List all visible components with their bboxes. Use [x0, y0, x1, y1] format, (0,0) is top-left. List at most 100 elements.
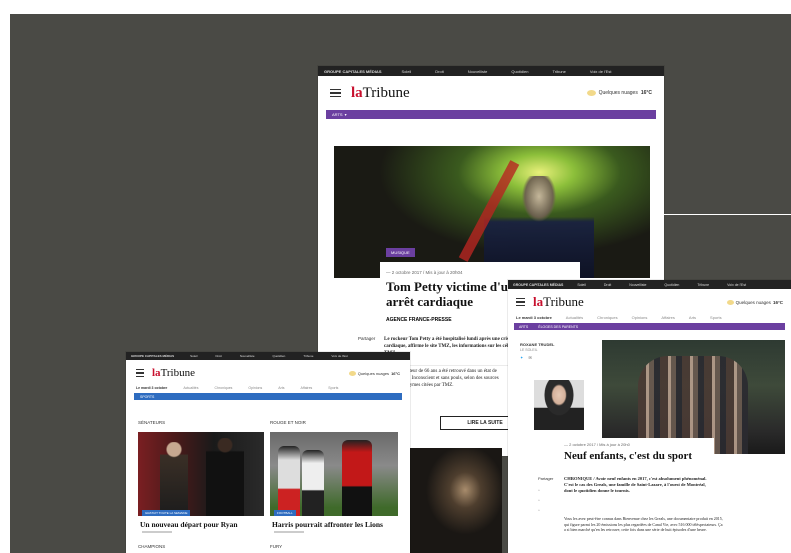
temperature: 16°C [640, 90, 652, 96]
hero-photo [334, 146, 650, 278]
cloud-icon [586, 90, 596, 96]
article-paragraph: Vous les avez peut-être connus dans Bien… [564, 516, 723, 532]
twitter-icon[interactable]: ▫ [538, 496, 548, 506]
share-label: Partager [358, 336, 376, 341]
cloud-icon [726, 299, 734, 305]
card1-tag[interactable]: GRATUIT TOUTE LA SEMAINE [142, 510, 191, 516]
sports-top-link[interactable]: Droit [215, 354, 221, 358]
nav-item[interactable]: Actualités [566, 315, 583, 320]
weather-widget: Quelques nuages 16°C [348, 370, 400, 376]
person-figure [206, 438, 244, 516]
sports-top-link[interactable]: Soleil [190, 354, 197, 358]
nav-item[interactable]: Actualités [183, 386, 198, 390]
author-photo [534, 380, 584, 430]
weather-label: Quelques nuages [598, 90, 638, 96]
weather-label: Quelques nuages [735, 299, 771, 305]
frame-line [664, 214, 791, 215]
nav-item[interactable]: Chroniques [215, 386, 233, 390]
nav-item[interactable]: Affaires [661, 315, 675, 320]
nav-item[interactable]: Sports [328, 386, 338, 390]
family-header: laTribune Quelques nuages 16°C [508, 289, 791, 315]
card2-title[interactable]: Harris pourrait affronter les Lions [272, 520, 383, 529]
big-header: laTribune Quelques nuages 16°C [318, 76, 664, 110]
big-group-name: GROUPE CAPITALES MÉDIAS [324, 68, 382, 74]
sports-top-link[interactable]: Voix de l'Est [331, 354, 347, 358]
site-logo[interactable]: laTribune [351, 85, 410, 102]
author-box: ROXANE TRUDEL LE SOLEIL ✦ ✉ [514, 340, 600, 430]
family-top-link[interactable]: Quotidien [664, 283, 679, 287]
section-label[interactable]: ARTS [519, 325, 528, 329]
col1-bottom-label: CHAMPIONS [138, 544, 166, 549]
sports-top-link[interactable]: Tribune [303, 354, 313, 358]
facebook-icon[interactable]: ▫ [538, 486, 548, 496]
card2-photo[interactable] [270, 432, 398, 516]
temperature: 16°C [772, 299, 783, 305]
nav-item[interactable]: Opinions [632, 315, 648, 320]
nav-date: Le mardi 3 octobre [516, 315, 552, 320]
cloud-icon [348, 370, 356, 376]
article-date: — 2 octobre 2017 / Mis à jour à 20h0 [564, 442, 630, 447]
site-logo[interactable]: laTribune [152, 367, 195, 379]
family-nav: Le mardi 3 octobre Actualités Chroniques… [508, 315, 791, 320]
collage: GROUPE CAPITALES MÉDIAS Soleil Droit Nou… [0, 0, 791, 553]
article-date: — 2 octobre 2017 / Mis à jour à 20h04 [386, 270, 463, 275]
player-figure [160, 442, 188, 516]
section-label[interactable]: SPORTS [140, 395, 154, 399]
player-figure [342, 440, 372, 516]
twitter-icon[interactable]: ✦ [520, 355, 523, 360]
big-top-link[interactable]: Soleil [402, 69, 412, 74]
menu-icon[interactable] [136, 367, 144, 380]
big-top-link[interactable]: Tribune [552, 69, 565, 74]
logo-tribune: Tribune [543, 294, 584, 309]
family-top-link[interactable]: Soleil [577, 283, 586, 287]
sports-top-link[interactable]: Quotidien [273, 354, 286, 358]
subsection-label[interactable]: ÉLOGES DES PARENTS [538, 325, 578, 329]
temperature: 16°C [391, 370, 400, 376]
family-group-name: GROUPE CAPITALES MÉDIAS [513, 282, 564, 287]
family-top-link[interactable]: Nouvelliste [629, 283, 646, 287]
logo-la: la [351, 84, 363, 101]
family-top-link[interactable]: Voix de l'Est [727, 283, 746, 287]
email-icon[interactable]: ▫ [538, 506, 548, 516]
second-photo [410, 448, 502, 553]
family-section-bar: ARTS ÉLOGES DES PARENTS [514, 323, 785, 330]
card1-photo[interactable] [138, 432, 264, 516]
logo-tribune: Tribune [362, 84, 410, 101]
nav-item[interactable]: Chroniques [597, 315, 617, 320]
card1-title[interactable]: Un nouveau départ pour Ryan [140, 520, 238, 529]
chevron-down-icon[interactable]: ▾ [345, 112, 347, 117]
logo-tribune: Tribune [160, 367, 195, 379]
col2-label: ROUGE ET NOIR [270, 420, 306, 425]
email-icon[interactable]: ✉ [528, 355, 531, 360]
author-name[interactable]: ROXANE TRUDEL [520, 342, 600, 347]
article-paragraph: chanteur de 66 ans a été retrouvé dans u… [400, 369, 499, 388]
big-top-link[interactable]: Nouvelliste [468, 69, 488, 74]
category-tag[interactable]: MUSIQUE [386, 248, 415, 257]
big-top-link[interactable]: Voix de l'Est [590, 69, 612, 74]
nav-item[interactable]: Arts [689, 315, 696, 320]
big-top-link[interactable]: Droit [435, 69, 443, 74]
section-label[interactable]: ARTS [332, 112, 343, 117]
site-logo[interactable]: laTribune [533, 294, 584, 310]
article-title: Neuf enfants, c'est du sport [564, 450, 693, 462]
family-article-page: GROUPE CAPITALES MÉDIAS Soleil Droit Nou… [508, 280, 791, 553]
big-top-link[interactable]: Quotidien [511, 69, 528, 74]
family-top-link[interactable]: Droit [604, 283, 611, 287]
weather-widget: Quelques nuages 16°C [586, 90, 652, 96]
family-top-link[interactable]: Tribune [697, 283, 709, 287]
nav-item[interactable]: Arts [278, 386, 284, 390]
article-lead: CHRONIQUE / Avoir neuf enfants en 2017, … [564, 476, 707, 493]
weather-widget: Quelques nuages 16°C [726, 299, 783, 305]
sports-header: laTribune Quelques nuages 16°C [126, 360, 410, 386]
nav-item[interactable]: Affaires [300, 386, 312, 390]
read-more-button[interactable]: LIRE LA SUITE [440, 416, 508, 430]
sports-top-link[interactable]: Nouvelliste [240, 354, 255, 358]
family-headline-box: — 2 octobre 2017 / Mis à jour à 20h0 Neu… [558, 438, 714, 476]
author-org: LE SOLEIL [520, 348, 538, 352]
nav-date: Le mardi 3 octobre [136, 386, 168, 390]
menu-icon[interactable] [330, 87, 341, 100]
nav-item[interactable]: Sports [710, 315, 722, 320]
menu-icon[interactable] [516, 296, 525, 309]
nav-item[interactable]: Opinions [248, 386, 262, 390]
card2-tag[interactable]: FOOTBALL [274, 510, 296, 516]
